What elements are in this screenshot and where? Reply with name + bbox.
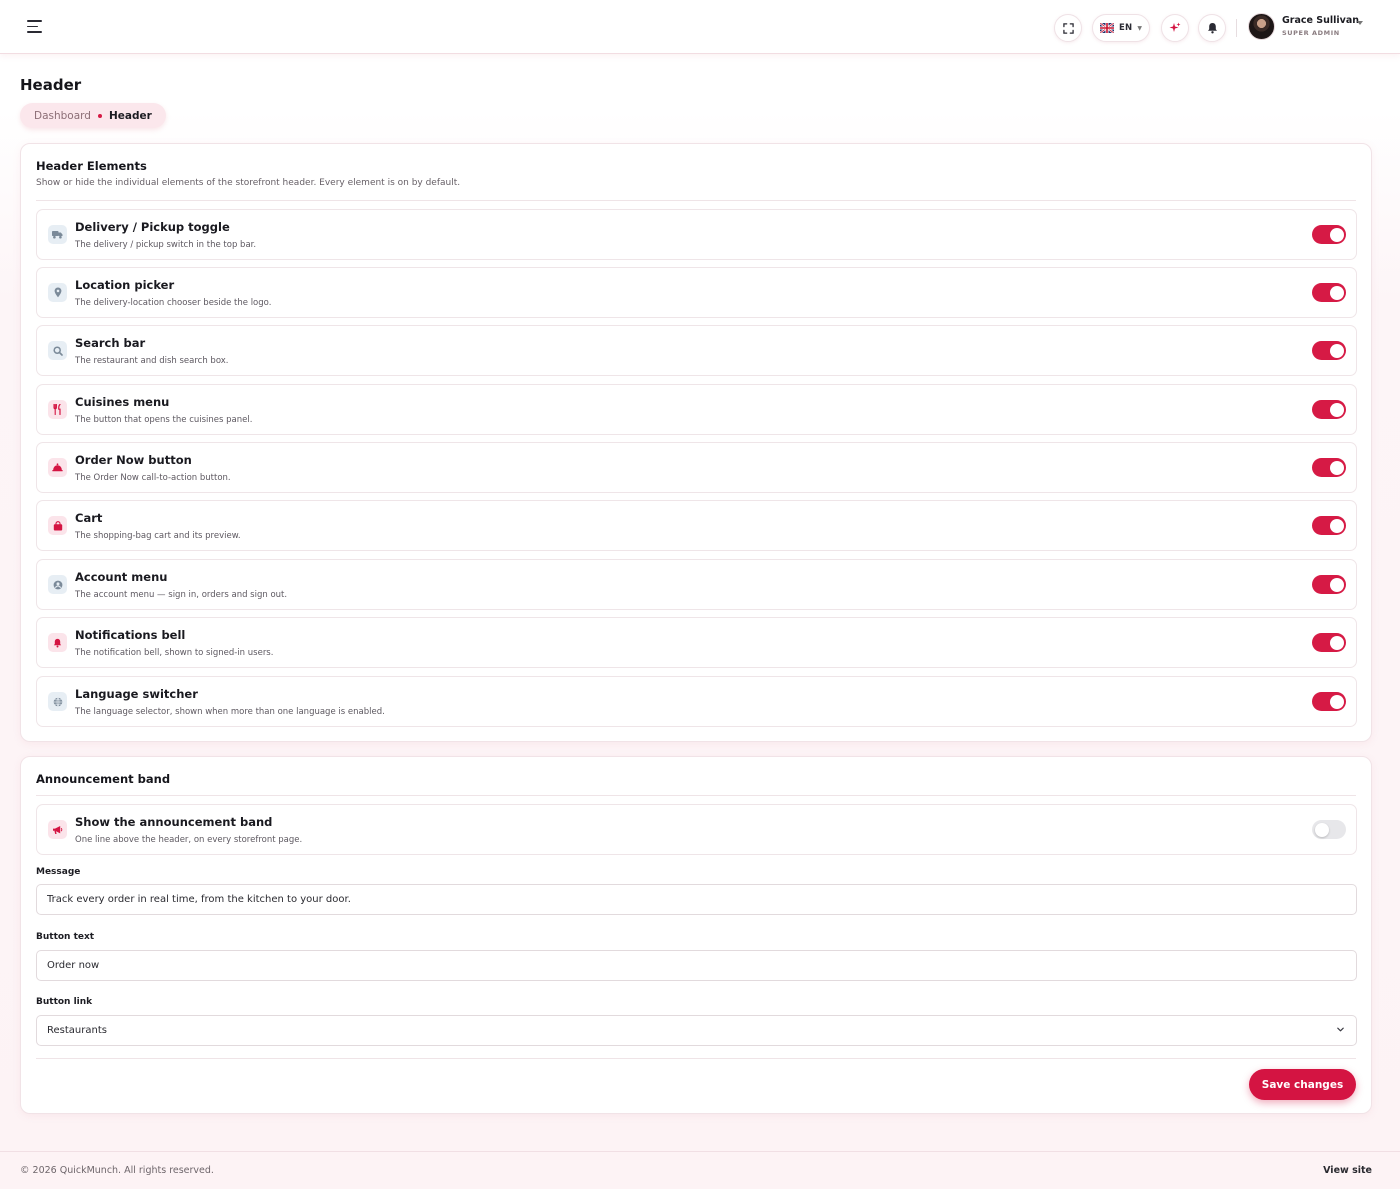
card-divider: [36, 200, 1356, 201]
row-description: The delivery-location chooser beside the…: [75, 298, 272, 308]
button-text-label: Button text: [36, 932, 95, 942]
card-divider: [36, 1058, 1356, 1059]
language-code: EN: [1119, 23, 1133, 33]
header-element-row-account-menu: Account menu The account menu — sign in,…: [36, 559, 1357, 610]
megaphone-icon: [48, 820, 67, 839]
row-title: Account menu: [75, 570, 168, 584]
row-description: The delivery / pickup switch in the top …: [75, 240, 257, 250]
breadcrumb-separator-dot: [97, 113, 102, 118]
header-element-row-notifications-bell: Notifications bell The notification bell…: [36, 617, 1357, 668]
globe-icon: [48, 692, 67, 711]
ai-assistant-button[interactable]: [1161, 14, 1189, 42]
save-changes-button[interactable]: Save changes: [1249, 1069, 1356, 1100]
cart-toggle[interactable]: [1312, 516, 1346, 535]
page-title: Header: [20, 76, 82, 94]
user-name[interactable]: Grace Sullivan: [1282, 15, 1359, 26]
row-description: One line above the header, on every stor…: [75, 835, 303, 845]
header-element-row-delivery-pickup: Delivery / Pickup toggle The delivery / …: [36, 209, 1357, 260]
notifications-bell-toggle[interactable]: [1312, 633, 1346, 652]
language-selector[interactable]: EN ▼: [1092, 14, 1150, 42]
topbar-divider: [1236, 19, 1237, 37]
row-title: Location picker: [75, 278, 175, 292]
header-elements-subtitle: Show or hide the individual elements of …: [36, 178, 461, 188]
cloche-icon: [48, 458, 67, 477]
row-title: Cart: [75, 511, 103, 525]
view-site-link[interactable]: View site: [1323, 1165, 1372, 1176]
footer-copyright: © 2026 QuickMunch. All rights reserved.: [20, 1165, 214, 1176]
row-title: Language switcher: [75, 687, 198, 701]
top-bar: EN ▼ Grace Sullivan SUPER ADMIN: [0, 0, 1400, 54]
message-label: Message: [36, 867, 81, 877]
fullscreen-button[interactable]: [1054, 14, 1082, 42]
fullscreen-icon: [1062, 22, 1074, 34]
avatar[interactable]: [1248, 13, 1275, 40]
button-link-value[interactable]: Restaurants: [36, 1015, 1357, 1046]
header-elements-card: Header Elements Show or hide the individ…: [20, 143, 1372, 742]
button-link-label: Button link: [36, 997, 93, 1007]
announcement-band-toggle[interactable]: [1312, 820, 1346, 839]
user-circle-icon: [48, 575, 67, 594]
header-elements-title: Header Elements: [36, 159, 147, 173]
header-element-row-location-picker: Location picker The delivery-location ch…: [36, 267, 1357, 318]
row-title: Delivery / Pickup toggle: [75, 220, 230, 234]
header-element-row-language-switcher: Language switcher The language selector,…: [36, 676, 1357, 727]
footer-divider: [0, 1151, 1400, 1152]
user-role: SUPER ADMIN: [1282, 29, 1340, 37]
chevron-down-icon: [1337, 1027, 1344, 1032]
cuisines-menu-toggle[interactable]: [1312, 400, 1346, 419]
notifications-button[interactable]: [1198, 14, 1226, 42]
menu-icon[interactable]: [27, 20, 43, 33]
order-now-button-toggle[interactable]: [1312, 458, 1346, 477]
header-element-row-cuisines-menu: Cuisines menu The button that opens the …: [36, 384, 1357, 435]
user-menu-chevron-icon[interactable]: [1357, 21, 1363, 25]
bell-icon: [1207, 23, 1217, 34]
row-description: The shopping-bag cart and its preview.: [75, 531, 241, 541]
account-menu-toggle[interactable]: [1312, 575, 1346, 594]
breadcrumb-current: Header: [108, 109, 152, 122]
row-description: The account menu — sign in, orders and s…: [75, 590, 288, 600]
uk-flag-icon: [1100, 23, 1115, 33]
header-element-row-search-bar: Search bar The restaurant and dish searc…: [36, 325, 1357, 376]
card-divider: [36, 795, 1356, 796]
breadcrumb-dashboard-link[interactable]: Dashboard: [34, 110, 91, 122]
search-icon: [48, 341, 67, 360]
row-description: The notification bell, shown to signed-i…: [75, 648, 274, 658]
row-title: Notifications bell: [75, 628, 186, 642]
language-switcher-toggle[interactable]: [1312, 692, 1346, 711]
button-link-select[interactable]: Restaurants: [36, 1015, 1357, 1046]
message-input[interactable]: [36, 884, 1357, 915]
announcement-band-title: Announcement band: [36, 772, 171, 786]
header-element-row-order-now: Order Now button The Order Now call-to-a…: [36, 442, 1357, 493]
row-description: The restaurant and dish search box.: [75, 356, 229, 366]
announcement-band-card: Announcement band Show the announcement …: [20, 756, 1372, 1114]
header-element-row-cart: Cart The shopping-bag cart and its previ…: [36, 500, 1357, 551]
breadcrumb: Dashboard Header: [20, 103, 166, 128]
utensils-icon: [48, 400, 67, 419]
location-picker-toggle[interactable]: [1312, 283, 1346, 302]
sparkle-icon: [1169, 22, 1181, 32]
row-title: Search bar: [75, 336, 146, 350]
row-description: The language selector, shown when more t…: [75, 707, 385, 717]
map-pin-icon: [48, 283, 67, 302]
announcement-toggle-row: Show the announcement band One line abov…: [36, 804, 1357, 855]
row-title: Order Now button: [75, 453, 192, 467]
row-description: The Order Now call-to-action button.: [75, 473, 231, 483]
button-text-input[interactable]: [36, 950, 1357, 981]
delivery-pickup-toggle[interactable]: [1312, 225, 1346, 244]
bell-icon: [48, 633, 67, 652]
row-description: The button that opens the cuisines panel…: [75, 415, 253, 425]
row-title: Cuisines menu: [75, 395, 170, 409]
shopping-bag-icon: [48, 516, 67, 535]
search-bar-toggle[interactable]: [1312, 341, 1346, 360]
row-title: Show the announcement band: [75, 815, 273, 829]
chevron-down-icon: ▼: [1137, 24, 1142, 32]
truck-icon: [48, 225, 67, 244]
